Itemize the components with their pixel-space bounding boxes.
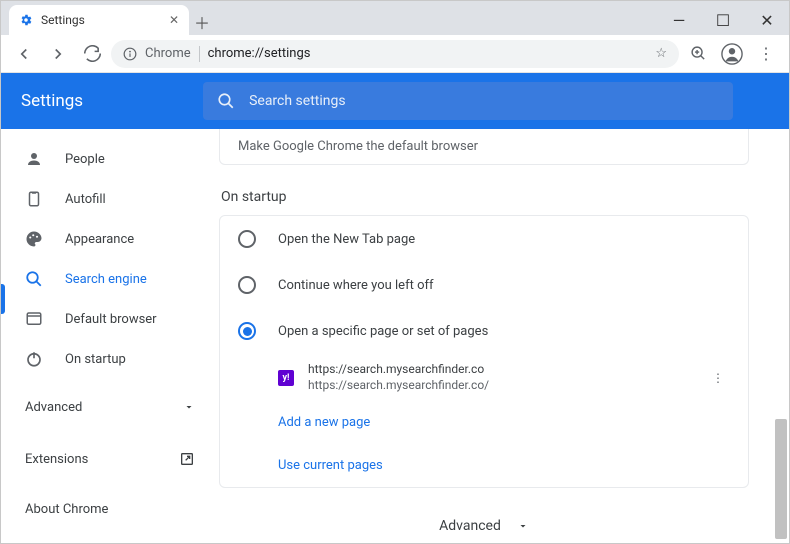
sidebar-item-label: Appearance	[65, 232, 134, 247]
sidebar-item-appearance[interactable]: Appearance	[1, 219, 219, 259]
address-bar[interactable]: Chrome chrome://settings ☆	[111, 40, 679, 68]
startup-card: Open the New Tab page Continue where you…	[219, 215, 749, 488]
back-button[interactable]	[9, 39, 39, 69]
menu-button[interactable]: ⋮	[751, 39, 781, 69]
use-current-link[interactable]: Use current pages	[220, 444, 748, 487]
zoom-button[interactable]	[683, 39, 713, 69]
sidebar-item-default-browser[interactable]: Default browser	[1, 299, 219, 339]
url-separator	[199, 46, 200, 62]
default-browser-strip: Make Google Chrome the default browser	[219, 129, 749, 165]
search-icon	[25, 270, 43, 288]
sidebar-about[interactable]: About Chrome	[1, 489, 219, 529]
page-url: https://search.mysearchfinder.co/	[308, 378, 489, 394]
new-tab-button[interactable]: ＋	[189, 9, 215, 35]
startup-page-row: y! https://search.mysearchfinder.co http…	[220, 354, 748, 401]
browser-icon	[25, 310, 43, 328]
forward-button[interactable]	[43, 39, 73, 69]
sidebar-item-autofill[interactable]: Autofill	[1, 179, 219, 219]
about-label: About Chrome	[25, 502, 108, 517]
open-external-icon	[179, 451, 195, 467]
radio-label: Open the New Tab page	[278, 232, 415, 247]
close-window-button[interactable]: ✕	[745, 5, 789, 35]
tab-title: Settings	[41, 13, 85, 27]
radio-icon	[238, 230, 256, 248]
search-settings-box[interactable]	[203, 82, 733, 120]
radio-icon-selected	[238, 322, 256, 340]
advanced-label: Advanced	[25, 400, 82, 415]
sidebar-item-label: People	[65, 152, 105, 167]
sidebar-item-on-startup[interactable]: On startup	[1, 339, 219, 379]
close-tab-icon[interactable]: ✕	[169, 13, 179, 27]
maximize-button[interactable]: ☐	[701, 5, 745, 35]
radio-label: Continue where you left off	[278, 278, 434, 293]
clipboard-icon	[25, 190, 43, 208]
settings-header: Settings	[1, 73, 789, 129]
search-icon	[217, 92, 235, 110]
sidebar-advanced[interactable]: Advanced	[1, 385, 219, 429]
settings-icon	[19, 13, 33, 27]
sidebar-item-label: On startup	[65, 352, 126, 367]
add-page-link[interactable]: Add a new page	[220, 401, 748, 444]
page-menu-button[interactable]: ⋮	[706, 365, 730, 391]
bottom-advanced[interactable]: Advanced	[219, 518, 749, 534]
sidebar-item-label: Default browser	[65, 312, 157, 327]
radio-icon	[238, 276, 256, 294]
bookmark-icon[interactable]: ☆	[655, 46, 667, 61]
active-indicator	[1, 284, 5, 314]
site-info-icon	[123, 47, 137, 61]
chevron-down-icon	[183, 401, 195, 413]
radio-continue[interactable]: Continue where you left off	[220, 262, 748, 308]
page-title: https://search.mysearchfinder.co	[308, 362, 489, 378]
palette-icon	[25, 230, 43, 248]
reload-button[interactable]	[77, 39, 107, 69]
page-content: Settings People Autofill Appearance Sear…	[1, 73, 789, 543]
url-text: chrome://settings	[208, 46, 311, 61]
power-icon	[25, 350, 43, 368]
scrollbar-thumb[interactable]	[775, 419, 787, 539]
sidebar: People Autofill Appearance Search engine…	[1, 129, 219, 543]
profile-button[interactable]	[717, 39, 747, 69]
sidebar-item-label: Autofill	[65, 192, 106, 207]
chevron-down-icon	[517, 520, 529, 532]
person-icon	[25, 150, 43, 168]
settings-body: People Autofill Appearance Search engine…	[1, 129, 789, 543]
url-scheme: Chrome	[145, 46, 191, 61]
minimize-button[interactable]: —	[657, 5, 701, 35]
window-titlebar: Settings ✕ ＋ — ☐ ✕	[1, 1, 789, 35]
radio-specific-page[interactable]: Open a specific page or set of pages	[220, 308, 748, 354]
advanced-label: Advanced	[439, 518, 501, 534]
radio-new-tab[interactable]: Open the New Tab page	[220, 216, 748, 262]
sidebar-item-search-engine[interactable]: Search engine	[1, 259, 219, 299]
extensions-label: Extensions	[25, 452, 88, 467]
settings-title: Settings	[21, 91, 83, 111]
sidebar-item-people[interactable]: People	[1, 139, 219, 179]
page-text: https://search.mysearchfinder.co https:/…	[308, 362, 489, 393]
main-panel: Make Google Chrome the default browser O…	[219, 129, 789, 543]
search-settings-input[interactable]	[249, 93, 719, 109]
browser-tab[interactable]: Settings ✕	[9, 5, 189, 35]
section-title: On startup	[221, 189, 771, 205]
favicon-icon: y!	[278, 370, 294, 386]
browser-toolbar: Chrome chrome://settings ☆ ⋮	[1, 35, 789, 73]
sidebar-extensions[interactable]: Extensions	[1, 439, 219, 479]
window-controls: — ☐ ✕	[657, 5, 789, 35]
radio-label: Open a specific page or set of pages	[278, 324, 488, 339]
sidebar-item-label: Search engine	[65, 272, 147, 287]
